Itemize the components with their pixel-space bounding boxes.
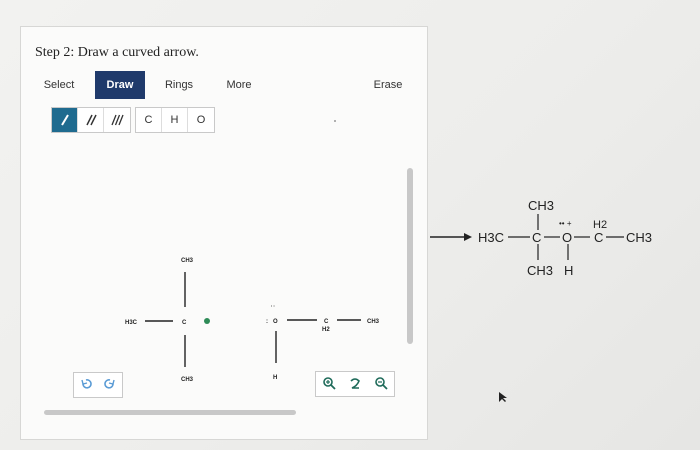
right-oxygen[interactable]: O [273, 319, 278, 325]
product-h3c: H3C [478, 230, 504, 245]
tool-tabbar: Select Draw Rings More Erase [33, 71, 419, 99]
left-h3c: H3C [125, 320, 138, 326]
step-title: Step 2: Draw a curved arrow. [35, 45, 199, 60]
vertical-scrollbar[interactable] [407, 168, 413, 344]
double-bond-icon[interactable] [78, 108, 104, 132]
undo-icon[interactable] [74, 373, 98, 395]
atom-o-button[interactable]: O [188, 108, 214, 132]
right-molecule: : : O C H2 CH3 H [266, 305, 380, 381]
product-structure: CH3 H3C C •• + O H2 C CH3 CH3 H [430, 198, 652, 278]
single-bond-icon[interactable] [52, 108, 78, 132]
product-right-ch3: CH3 [626, 230, 652, 245]
atom-h-button[interactable]: H [162, 108, 188, 132]
product-bottom-h: H [564, 263, 573, 278]
left-bottom-ch3: CH3 [181, 377, 194, 383]
right-carbon-h2: H2 [322, 327, 330, 333]
left-center-c[interactable]: C [182, 320, 187, 326]
mouse-cursor-icon [498, 390, 508, 408]
product-top-ch3: CH3 [528, 198, 554, 213]
zoom-group [315, 371, 395, 397]
tab-rings[interactable]: Rings [153, 71, 205, 99]
atom-tool-group: C H O [135, 107, 215, 133]
right-ch3: CH3 [367, 319, 380, 325]
right-carbon[interactable]: C [324, 319, 329, 325]
sketcher-panel: Step 2: Draw a curved arrow. Select Draw… [20, 26, 428, 440]
zoom-in-icon[interactable] [316, 372, 342, 394]
triple-bond-icon[interactable] [104, 108, 130, 132]
lone-pair-left: : [266, 319, 268, 325]
atom-c-button[interactable]: C [136, 108, 162, 132]
reaction-arrow-icon [464, 233, 472, 241]
product-lone-pair-charge: •• + [559, 219, 572, 228]
right-bottom-h: H [273, 375, 277, 381]
reference-product: CH3 H3C C •• + O H2 C CH3 CH3 H [428, 180, 698, 290]
product-bottom-ch3: CH3 [527, 263, 553, 278]
tab-draw[interactable]: Draw [95, 71, 145, 99]
lone-pair-top: : [269, 305, 275, 307]
tab-more[interactable]: More [213, 71, 265, 99]
history-group [73, 372, 123, 398]
zoom-out-icon[interactable] [368, 372, 394, 394]
horizontal-scrollbar[interactable] [44, 410, 296, 415]
redo-icon[interactable] [98, 373, 122, 395]
bond-tool-group [51, 107, 131, 133]
positive-charge-icon [204, 318, 210, 324]
stray-dot [334, 120, 336, 122]
tab-erase[interactable]: Erase [363, 71, 413, 99]
product-c2: C [594, 230, 603, 245]
left-top-ch3: CH3 [181, 258, 194, 264]
left-molecule: CH3 H3C C CH3 [125, 258, 210, 383]
tab-select[interactable]: Select [33, 71, 85, 99]
product-oxygen: O [562, 230, 572, 245]
product-c1: C [532, 230, 541, 245]
zoom-reset-icon[interactable] [342, 372, 368, 394]
